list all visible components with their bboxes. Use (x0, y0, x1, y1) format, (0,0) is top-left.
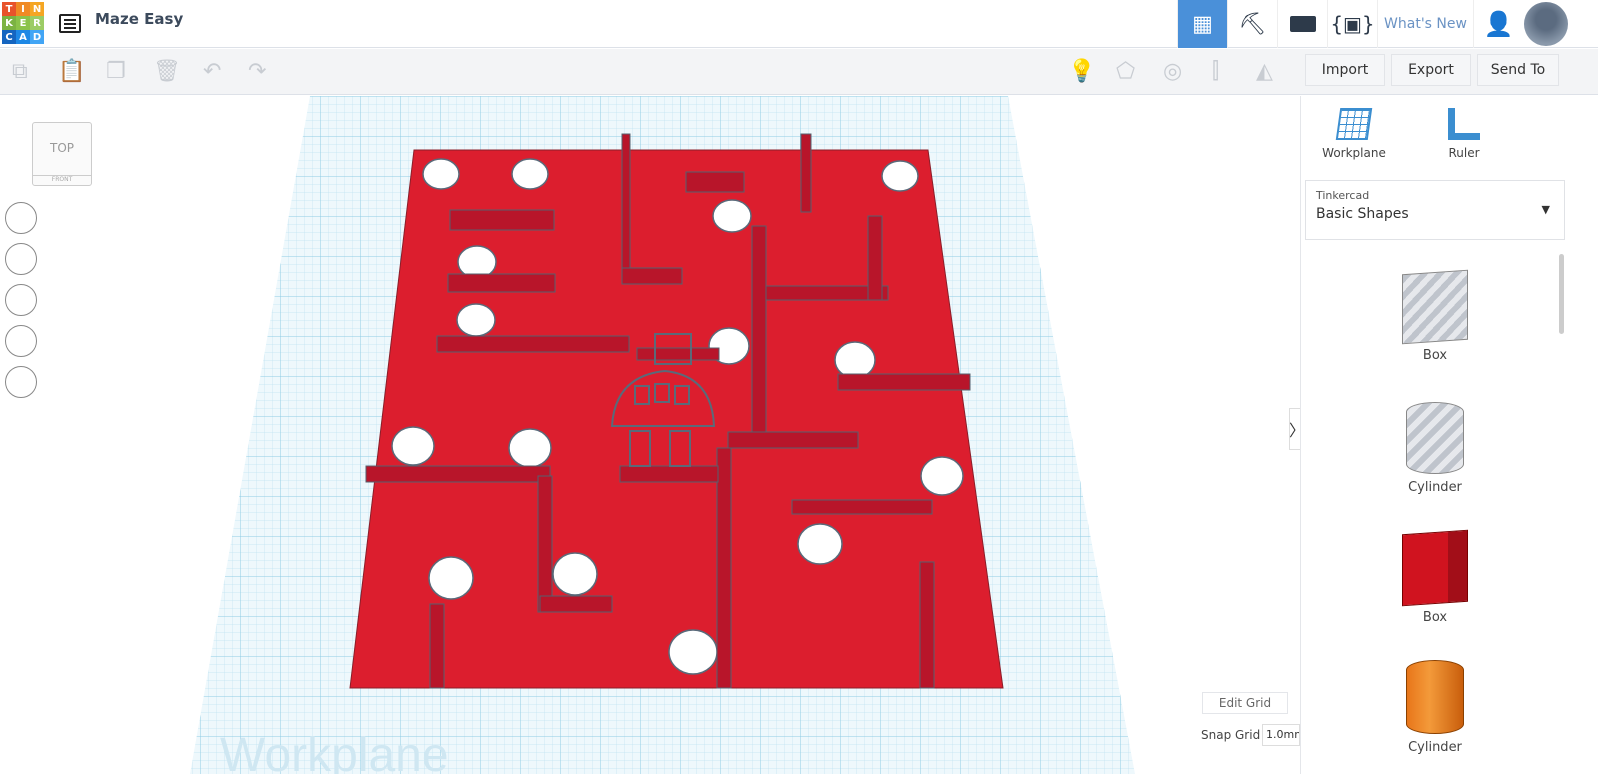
paste-icon[interactable]: 📋 (58, 59, 85, 84)
shape-cylinder-hole[interactable]: Cylinder (1395, 402, 1475, 495)
zoom-in-button[interactable] (5, 284, 37, 316)
logo-letter: A (16, 30, 30, 44)
copy-icon[interactable]: ⧉ (12, 59, 28, 84)
bricks-button[interactable] (1277, 0, 1327, 48)
cylinder-hole-icon (1406, 402, 1464, 474)
shape-label: Cylinder (1408, 480, 1462, 495)
box-icon (1402, 529, 1468, 607)
send-to-button[interactable]: Send To (1477, 54, 1559, 86)
view-cube-top[interactable]: TOP (33, 141, 91, 155)
workplane-icon (1335, 108, 1373, 140)
lightbulb-icon[interactable]: 💡 (1068, 59, 1095, 84)
import-button[interactable]: Import (1305, 54, 1385, 86)
edit-grid-button[interactable]: Edit Grid (1202, 692, 1288, 714)
codeblocks-icon: {▣} (1330, 12, 1375, 36)
workplane-watermark: Workplane (220, 729, 449, 774)
shape-cylinder[interactable]: Cylinder (1395, 660, 1475, 755)
shape-label: Box (1422, 610, 1448, 625)
shape-label: Box (1422, 348, 1448, 363)
duplicate-icon[interactable]: ❐ (106, 59, 126, 84)
invite-user-button[interactable]: 👤 (1473, 0, 1523, 48)
library-name: Basic Shapes (1316, 206, 1409, 222)
view-cube[interactable]: TOP FRONT (32, 122, 92, 186)
view-cube-front[interactable]: FRONT (33, 175, 91, 185)
avatar[interactable] (1524, 2, 1568, 46)
fit-view-button[interactable] (5, 243, 37, 275)
scrollbar[interactable] (1559, 254, 1564, 334)
ruler-label: Ruler (1448, 146, 1480, 160)
zoom-out-button[interactable] (5, 325, 37, 357)
group-icon[interactable]: ⬠ (1116, 59, 1135, 84)
whats-new-link[interactable]: What's New (1377, 0, 1473, 48)
align-icon[interactable]: ⫿ (1212, 59, 1219, 84)
home-view-button[interactable] (5, 202, 37, 234)
workplane-scene[interactable]: Workplane (0, 96, 1300, 778)
design-list-icon[interactable] (59, 14, 81, 33)
workplane-tool[interactable]: Workplane (1321, 108, 1387, 160)
library-source: Tinkercad (1316, 189, 1370, 202)
snap-grid-label: Snap Grid (1201, 728, 1261, 742)
logo-letter: N (30, 2, 44, 16)
3d-view-button[interactable]: ▦ (1177, 0, 1227, 48)
shape-label: Cylinder (1408, 740, 1462, 755)
top-bar: T I N K E R C A D Maze Easy ▦ ⛏ {▣} What… (0, 0, 1598, 48)
ruler-tool[interactable]: Ruler (1431, 108, 1497, 160)
logo-letter: E (16, 16, 30, 30)
box-hole-icon (1402, 269, 1468, 345)
undo-icon[interactable]: ↶ (203, 59, 221, 84)
logo-letter: K (2, 16, 16, 30)
blocks-button[interactable]: ⛏ (1227, 0, 1277, 48)
tinkercad-logo[interactable]: T I N K E R C A D (2, 2, 44, 44)
toolbar: ⧉ 📋 ❐ 🗑 ↶ ↷ 💡 ⬠ ◎ ⫿ ◭ Import Export Send… (0, 49, 1598, 95)
shape-box-hole[interactable]: Box (1395, 269, 1475, 363)
maze-model (349, 133, 1004, 689)
cylinder-icon (1406, 660, 1464, 734)
brick-icon (1289, 16, 1316, 32)
trash-icon[interactable]: 🗑 (153, 59, 181, 84)
snap-grid-select[interactable]: 1.0mm (1262, 724, 1300, 746)
export-button[interactable]: Export (1391, 54, 1471, 86)
ungroup-icon[interactable]: ◎ (1163, 59, 1182, 84)
logo-letter: D (30, 30, 44, 44)
perspective-button[interactable] (5, 366, 37, 398)
grid-icon: ▦ (1192, 11, 1213, 37)
codeblocks-button[interactable]: {▣} (1327, 0, 1377, 48)
library-dropdown[interactable]: Tinkercad Basic Shapes ▼ (1305, 180, 1565, 240)
pickaxe-icon: ⛏ (1238, 11, 1267, 37)
redo-icon[interactable]: ↷ (248, 59, 266, 84)
ruler-icon (1448, 108, 1480, 140)
mirror-icon[interactable]: ◭ (1256, 59, 1273, 84)
logo-letter: T (2, 2, 16, 16)
add-user-icon: 👤 (1483, 10, 1514, 38)
design-title[interactable]: Maze Easy (95, 10, 183, 28)
logo-letter: C (2, 30, 16, 44)
3d-canvas[interactable]: Workplane TOP FRONT 〉 Edit Grid Snap Gri… (0, 96, 1305, 778)
workplane-label: Workplane (1322, 146, 1386, 160)
logo-letter: I (16, 2, 30, 16)
caret-down-icon: ▼ (1541, 203, 1550, 216)
logo-letter: R (30, 16, 44, 30)
shape-box[interactable]: Box (1395, 529, 1475, 625)
